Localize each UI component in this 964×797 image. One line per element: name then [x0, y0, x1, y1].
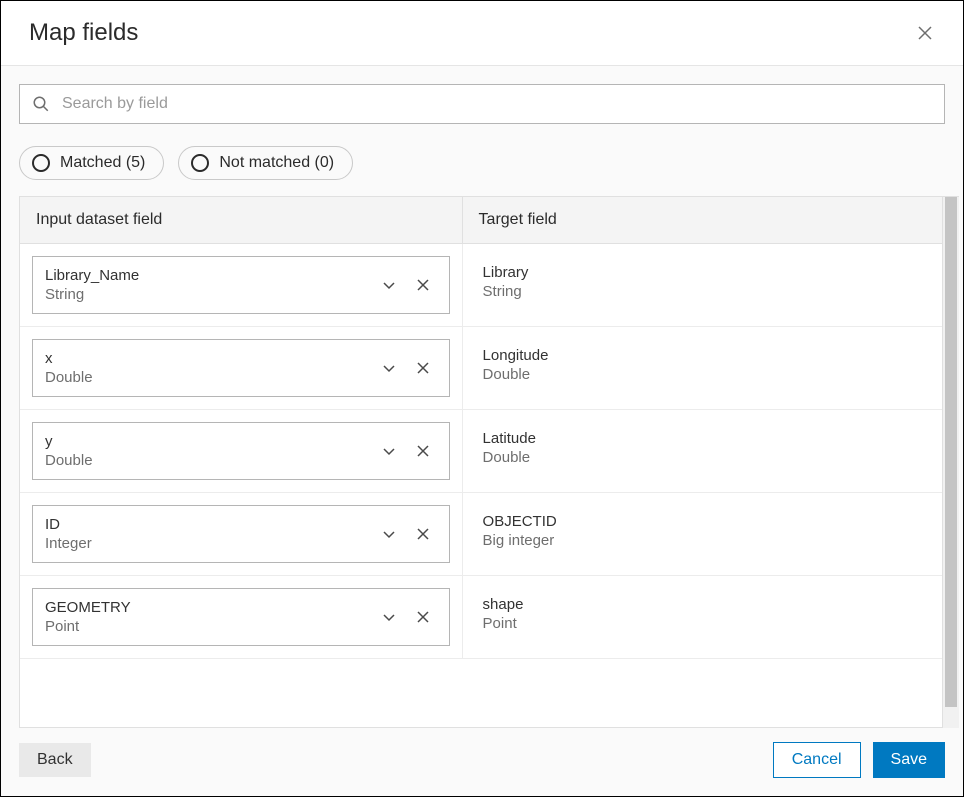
table-row: y Double Latitude Double	[20, 410, 942, 493]
fields-table: Input dataset field Target field Library…	[19, 196, 943, 728]
target-field-type: Point	[483, 615, 922, 632]
table-body: Library_Name String Library String x Dou…	[20, 244, 942, 727]
clear-field-button[interactable]	[409, 271, 437, 299]
target-field-name: Longitude	[483, 347, 922, 364]
close-icon	[416, 361, 430, 375]
dropdown-toggle[interactable]	[375, 603, 403, 631]
search-field[interactable]	[19, 84, 945, 124]
input-field-select[interactable]: x Double	[32, 339, 450, 397]
chevron-down-icon	[382, 444, 396, 458]
cell-input: GEOMETRY Point	[20, 576, 463, 658]
target-field-name: Latitude	[483, 430, 922, 447]
dialog-header: Map fields	[1, 1, 963, 66]
filter-not-matched[interactable]: Not matched (0)	[178, 146, 353, 180]
cell-target: Library String	[463, 244, 942, 326]
target-field-name: OBJECTID	[483, 513, 922, 530]
input-field-select[interactable]: Library_Name String	[32, 256, 450, 314]
input-field-type: Point	[45, 618, 369, 635]
input-field-text: y Double	[45, 433, 369, 469]
cancel-button[interactable]: Cancel	[773, 742, 861, 778]
input-field-name: GEOMETRY	[45, 599, 369, 616]
filter-chips: Matched (5) Not matched (0)	[1, 124, 963, 196]
table-row: GEOMETRY Point shape Point	[20, 576, 942, 659]
chevron-down-icon	[382, 610, 396, 624]
map-fields-dialog: Map fields Matched (5) Not matched (0)	[0, 0, 964, 797]
search-icon	[32, 95, 50, 113]
input-field-name: x	[45, 350, 369, 367]
dropdown-toggle[interactable]	[375, 271, 403, 299]
input-field-type: Integer	[45, 535, 369, 552]
footer-right: Cancel Save	[773, 742, 945, 778]
close-icon	[416, 527, 430, 541]
filter-matched[interactable]: Matched (5)	[19, 146, 164, 180]
chevron-down-icon	[382, 527, 396, 541]
table-row: ID Integer OBJECTID Big integer	[20, 493, 942, 576]
table-row: x Double Longitude Double	[20, 327, 942, 410]
back-button[interactable]: Back	[19, 743, 91, 777]
close-icon	[416, 278, 430, 292]
cell-target: Longitude Double	[463, 327, 942, 409]
input-field-text: Library_Name String	[45, 267, 369, 303]
clear-field-button[interactable]	[409, 603, 437, 631]
filter-matched-label: Matched (5)	[60, 154, 145, 172]
input-field-select[interactable]: ID Integer	[32, 505, 450, 563]
table-row: Library_Name String Library String	[20, 244, 942, 327]
input-field-type: Double	[45, 369, 369, 386]
target-field-type: Double	[483, 449, 922, 466]
target-field-name: Library	[483, 264, 922, 281]
target-field-type: Big integer	[483, 532, 922, 549]
input-field-text: x Double	[45, 350, 369, 386]
close-icon	[918, 26, 932, 40]
page-title: Map fields	[29, 19, 138, 47]
cell-target: Latitude Double	[463, 410, 942, 492]
cell-target: OBJECTID Big integer	[463, 493, 942, 575]
chevron-down-icon	[382, 278, 396, 292]
table-header: Input dataset field Target field	[20, 197, 942, 244]
dropdown-toggle[interactable]	[375, 354, 403, 382]
scrollbar-thumb[interactable]	[945, 197, 957, 707]
input-field-select[interactable]: y Double	[32, 422, 450, 480]
save-button[interactable]: Save	[873, 742, 945, 778]
chevron-down-icon	[382, 361, 396, 375]
target-field-name: shape	[483, 596, 922, 613]
target-field-type: Double	[483, 366, 922, 383]
dialog-body: Matched (5) Not matched (0) Input datase…	[1, 66, 963, 796]
input-field-name: ID	[45, 516, 369, 533]
input-field-select[interactable]: GEOMETRY Point	[32, 588, 450, 646]
scrollbar[interactable]	[943, 196, 959, 728]
input-field-text: ID Integer	[45, 516, 369, 552]
input-field-type: String	[45, 286, 369, 303]
search-input[interactable]	[62, 95, 932, 113]
header-target-field: Target field	[463, 197, 942, 243]
dropdown-toggle[interactable]	[375, 520, 403, 548]
radio-icon	[191, 154, 209, 172]
cell-input: y Double	[20, 410, 463, 492]
input-field-name: Library_Name	[45, 267, 369, 284]
close-button[interactable]	[915, 23, 935, 43]
header-input-field: Input dataset field	[20, 197, 463, 243]
filter-not-matched-label: Not matched (0)	[219, 154, 334, 172]
target-field-type: String	[483, 283, 922, 300]
close-icon	[416, 444, 430, 458]
cell-target: shape Point	[463, 576, 942, 658]
dialog-footer: Back Cancel Save	[1, 728, 963, 796]
search-container	[1, 66, 963, 124]
input-field-type: Double	[45, 452, 369, 469]
clear-field-button[interactable]	[409, 354, 437, 382]
radio-icon	[32, 154, 50, 172]
dropdown-toggle[interactable]	[375, 437, 403, 465]
cell-input: x Double	[20, 327, 463, 409]
close-icon	[416, 610, 430, 624]
cell-input: Library_Name String	[20, 244, 463, 326]
cell-input: ID Integer	[20, 493, 463, 575]
clear-field-button[interactable]	[409, 520, 437, 548]
input-field-name: y	[45, 433, 369, 450]
clear-field-button[interactable]	[409, 437, 437, 465]
table-wrapper: Input dataset field Target field Library…	[19, 196, 959, 728]
input-field-text: GEOMETRY Point	[45, 599, 369, 635]
